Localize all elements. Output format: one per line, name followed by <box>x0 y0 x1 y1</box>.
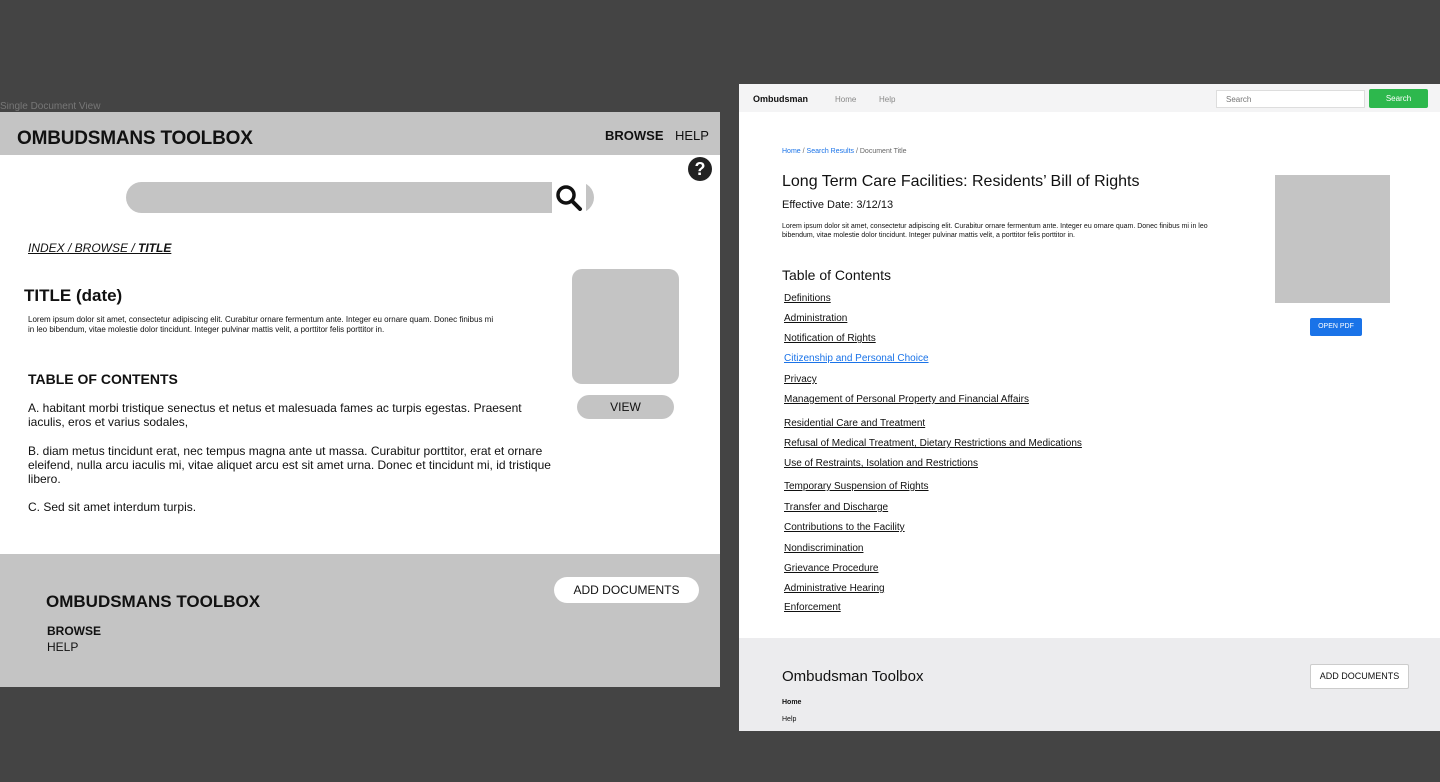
view-button[interactable]: VIEW <box>577 395 674 419</box>
toc-link[interactable]: Definitions <box>784 293 831 304</box>
wireframe-add-documents-button[interactable]: ADD DOCUMENTS <box>554 577 699 603</box>
wireframe-caption: Single Document View <box>0 102 101 112</box>
toc-link[interactable]: Enforcement <box>784 602 841 613</box>
wireframe-toc-item[interactable]: C. Sed sit amet interdum turpis. <box>28 500 558 514</box>
wireframe-nav-browse[interactable]: BROWSE <box>605 128 664 143</box>
mockup-description: Lorem ipsum dolor sit amet, consectetur … <box>782 223 1208 239</box>
mockup-search-button[interactable]: Search <box>1369 89 1428 108</box>
wireframe-logo[interactable]: OMBUDSMANS TOOLBOX <box>17 128 253 150</box>
wireframe-nav-help[interactable]: HELP <box>675 128 709 143</box>
toc-link[interactable]: Administrative Hearing <box>784 583 885 594</box>
help-icon[interactable]: ? <box>679 155 720 183</box>
mockup-panel: Ombudsman Home Help Search Home / Search… <box>739 84 1440 731</box>
wireframe-search-input[interactable] <box>126 182 594 213</box>
toc-link[interactable]: Citizenship and Personal Choice <box>784 353 929 364</box>
wireframe-toc-item[interactable]: B. diam metus tincidunt erat, nec tempus… <box>28 444 558 486</box>
breadcrumb-separator: / <box>855 148 858 155</box>
toc-link[interactable]: Contributions to the Facility <box>784 522 905 533</box>
wireframe-footer-logo: OMBUDSMANS TOOLBOX <box>46 592 261 611</box>
toc-link[interactable]: Refusal of Medical Treatment, Dietary Re… <box>784 438 1082 449</box>
mockup-effective-date: Effective Date: 3/12/13 <box>782 199 894 211</box>
wireframe-breadcrumb[interactable]: INDEX / BROWSE / TITLE <box>28 241 171 255</box>
mockup-add-documents-button[interactable]: ADD DOCUMENTS <box>1310 664 1409 689</box>
toc-link[interactable]: Grievance Procedure <box>784 563 879 574</box>
toc-link[interactable]: Residential Care and Treatment <box>784 418 925 429</box>
mockup-breadcrumb: Home / Search Results / Document Title <box>782 148 907 155</box>
wireframe-footer-browse[interactable]: BROWSE <box>47 624 101 638</box>
breadcrumb-home-link[interactable]: Home <box>782 148 801 155</box>
mockup-toc-heading: Table of Contents <box>782 267 891 283</box>
open-pdf-button[interactable]: OPEN PDF <box>1310 318 1362 336</box>
toc-link[interactable]: Management of Personal Property and Fina… <box>784 394 1029 405</box>
breadcrumb-current: TITLE <box>138 241 172 255</box>
breadcrumb-results-link[interactable]: Search Results <box>807 148 854 155</box>
mockup-footer-help[interactable]: Help <box>782 716 796 723</box>
toc-link[interactable]: Notification of Rights <box>784 333 876 344</box>
mockup-document-thumbnail <box>1275 175 1390 303</box>
mockup-navbar: Ombudsman Home Help Search <box>739 84 1440 112</box>
mockup-footer: Ombudsman Toolbox Home Help ADD DOCUMENT… <box>739 638 1440 731</box>
mockup-footer-brand: Ombudsman Toolbox <box>782 668 924 685</box>
breadcrumb-separator: / <box>802 148 805 155</box>
wireframe-footer-help[interactable]: HELP <box>47 640 78 654</box>
wireframe-document-title: TITLE (date) <box>24 286 123 305</box>
wireframe-toc-heading: TABLE OF CONTENTS <box>28 371 178 387</box>
mockup-search-input[interactable] <box>1216 90 1365 108</box>
mockup-nav-home[interactable]: Home <box>835 95 856 104</box>
search-icon[interactable] <box>552 182 586 213</box>
wireframe-header: OMBUDSMANS TOOLBOX BROWSE HELP <box>0 112 720 155</box>
wireframe-description: Lorem ipsum dolor sit amet, consectetur … <box>28 315 494 334</box>
breadcrumb-path[interactable]: INDEX / BROWSE / <box>28 241 138 255</box>
mockup-brand[interactable]: Ombudsman <box>753 94 808 104</box>
wireframe-document-thumbnail <box>572 269 679 384</box>
mockup-nav-help[interactable]: Help <box>879 95 895 104</box>
help-icon-glyph: ? <box>688 157 712 181</box>
wireframe-footer: OMBUDSMANS TOOLBOX BROWSE HELP ADD DOCUM… <box>0 554 720 687</box>
toc-link[interactable]: Temporary Suspension of Rights <box>784 481 929 492</box>
breadcrumb-current: Document Title <box>859 148 907 155</box>
wireframe-panel: OMBUDSMANS TOOLBOX BROWSE HELP ? INDEX /… <box>0 112 720 687</box>
mockup-document-title: Long Term Care Facilities: Residents’ Bi… <box>782 173 1140 190</box>
wireframe-toc-item[interactable]: A. habitant morbi tristique senectus et … <box>28 401 558 429</box>
toc-link[interactable]: Administration <box>784 313 847 324</box>
toc-link[interactable]: Nondiscrimination <box>784 543 863 554</box>
toc-link[interactable]: Use of Restraints, Isolation and Restric… <box>784 458 978 469</box>
toc-link[interactable]: Privacy <box>784 374 817 385</box>
toc-link[interactable]: Transfer and Discharge <box>784 502 888 513</box>
mockup-footer-home[interactable]: Home <box>782 699 801 706</box>
